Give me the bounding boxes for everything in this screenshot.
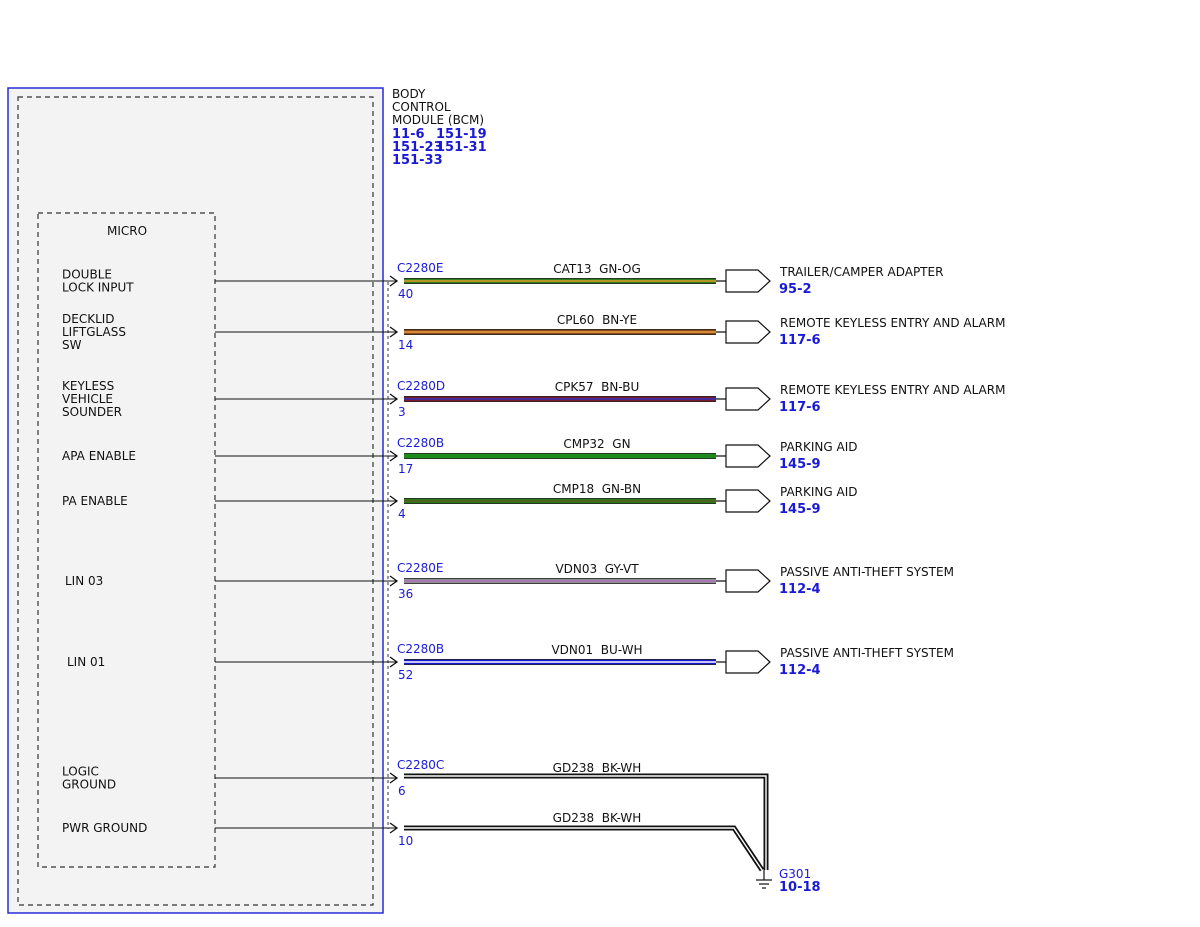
pin-label: VEHICLE (62, 392, 113, 406)
destination-name: PASSIVE ANTI-THEFT SYSTEM (780, 565, 954, 579)
pin-number: 6 (398, 784, 406, 798)
destination-name: REMOTE KEYLESS ENTRY AND ALARM (780, 316, 1005, 330)
connector-id: C2280C (397, 758, 444, 772)
destination-ref-link[interactable]: 95-2 (779, 282, 812, 297)
destination-name: PARKING AID (780, 485, 858, 499)
pin-number: 14 (398, 338, 413, 352)
ground-wire-inner (404, 827, 763, 871)
pin-label: SW (62, 338, 82, 352)
pin-label: PA ENABLE (62, 494, 128, 508)
circuit-label: VDN03 GY-VT (555, 562, 639, 576)
pin-number: 36 (398, 587, 413, 601)
destination-name: REMOTE KEYLESS ENTRY AND ALARM (780, 383, 1005, 397)
pin-label: KEYLESS (62, 379, 114, 393)
connector-plug-icon (716, 387, 771, 411)
pin-label: LOGIC (62, 765, 99, 779)
connector-plug-icon (716, 320, 771, 344)
pin-label: DECKLID (62, 312, 115, 326)
destination-ref-link[interactable]: 112-4 (779, 663, 821, 678)
circuit-label: CMP18 GN-BN (553, 482, 641, 496)
destination-name: TRAILER/CAMPER ADAPTER (779, 265, 943, 279)
circuit-label: GD238 BK-WH (553, 811, 642, 825)
module-title: BODY CONTROL MODULE (BCM) (392, 87, 484, 127)
pin-number: 52 (398, 668, 413, 682)
circuit-label: CPK57 BN-BU (555, 380, 640, 394)
circuit-label: VDN01 BU-WH (551, 643, 642, 657)
pin-label: DOUBLE (62, 268, 112, 282)
wiring-diagram: MICRO BODY CONTROL MODULE (BCM) 11-6 151… (7, 87, 1005, 914)
module-title-line: CONTROL (392, 100, 451, 114)
connector-id: C2280B (397, 436, 444, 450)
pin-number: 4 (398, 507, 406, 521)
destination-name: PARKING AID (780, 440, 858, 454)
destination-ref-link[interactable]: 145-9 (779, 457, 821, 472)
ground-wire-outer (404, 825, 765, 872)
ground-name: G301 (779, 867, 811, 881)
module-ref-link[interactable]: 151-31 (436, 140, 487, 155)
pin-label: LIN 01 (67, 655, 105, 669)
destination-ref-link[interactable]: 145-9 (779, 502, 821, 517)
module-refs[interactable]: 11-6 151-19 151-23 151-31 151-33 (392, 127, 487, 168)
connector-plug-icon (716, 650, 771, 674)
destination-ref-link[interactable]: 112-4 (779, 582, 821, 597)
ground-ref-link[interactable]: 10-18 (779, 880, 821, 895)
pin-number: 10 (398, 834, 413, 848)
pin-label: SOUNDER (62, 405, 122, 419)
module-ref-link[interactable]: 151-33 (392, 153, 443, 168)
connector-plug-icon (716, 444, 771, 468)
connector-plug-icon (716, 489, 771, 513)
circuit-label: CMP32 GN (563, 437, 630, 451)
circuit-label: GD238 BK-WH (553, 761, 642, 775)
pin-label: LIFTGLASS (62, 325, 126, 339)
destination-ref-link[interactable]: 117-6 (779, 400, 821, 415)
pin-label: GROUND (62, 778, 116, 792)
connector-plug-icon (716, 269, 771, 293)
micro-label: MICRO (107, 224, 147, 238)
pin-number: 3 (398, 405, 406, 419)
pin-label: APA ENABLE (62, 449, 136, 463)
module-title-line: BODY (392, 87, 426, 101)
circuit-label: CPL60 BN-YE (557, 313, 637, 327)
connector-plug-icon (716, 569, 771, 593)
pin-label: LOCK INPUT (62, 281, 134, 295)
pin-number: 17 (398, 462, 413, 476)
module-title-line: MODULE (BCM) (392, 113, 484, 127)
destination-ref-link[interactable]: 117-6 (779, 333, 821, 348)
circuit-label: CAT13 GN-OG (553, 262, 641, 276)
pin-label: PWR GROUND (62, 821, 147, 835)
connector-id: C2280D (397, 379, 445, 393)
connector-id: C2280E (397, 261, 444, 275)
destination-name: PASSIVE ANTI-THEFT SYSTEM (780, 646, 954, 660)
connector-id: C2280B (397, 642, 444, 656)
ground-routing: G301 10-18 (404, 773, 821, 895)
pin-number: 40 (398, 287, 413, 301)
pin-label: LIN 03 (65, 574, 103, 588)
connector-id: C2280E (397, 561, 444, 575)
